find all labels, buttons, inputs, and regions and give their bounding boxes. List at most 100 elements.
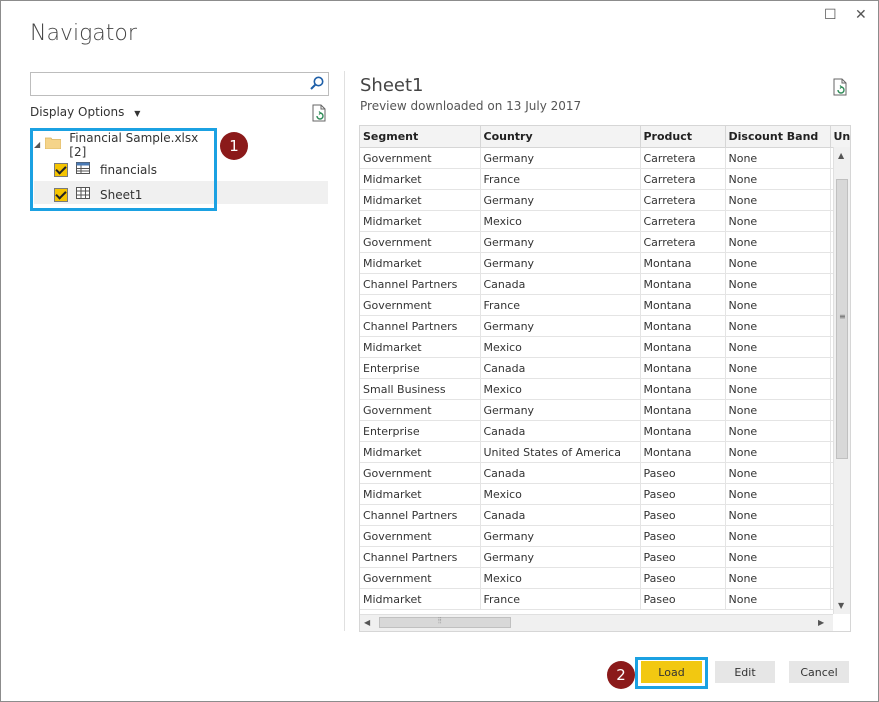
table-cell: Government	[360, 567, 481, 589]
table-cell: Germany	[480, 315, 641, 337]
table-cell: Montana	[640, 336, 726, 358]
vertical-scroll-thumb[interactable]: ≡	[836, 179, 848, 459]
table-row[interactable]: Channel Partners Canada Montana None	[360, 273, 850, 295]
table-cell: Germany	[480, 525, 641, 547]
table-cell: Mexico	[480, 210, 641, 232]
tree-root-label: Financial Sample.xlsx [2]	[69, 130, 199, 159]
table-cell: Midmarket	[360, 588, 481, 610]
chevron-down-icon: ▼	[134, 109, 141, 118]
horizontal-scroll-thumb[interactable]: ⦙⦙	[379, 616, 511, 628]
table-cell: None	[725, 420, 831, 442]
tree-root[interactable]: ◢ Financial Sample.xlsx [2]	[34, 130, 210, 159]
table-row[interactable]: Channel Partners Germany Paseo None	[360, 546, 850, 568]
column-header[interactable]: Product	[640, 126, 726, 148]
table-cell: None	[725, 315, 831, 337]
scroll-up-icon[interactable]: ▲	[838, 151, 844, 160]
table-cell: Midmarket	[360, 336, 481, 358]
table-cell: Government	[360, 399, 481, 421]
grip-icon: ⦙⦙	[438, 616, 442, 625]
table-row[interactable]: Enterprise Canada Montana None	[360, 357, 850, 379]
table-cell: None	[725, 441, 831, 463]
column-header[interactable]: Discount Band	[725, 126, 831, 148]
tree-item-financials[interactable]: financials	[34, 157, 210, 182]
table-row[interactable]: Midmarket Mexico Carretera None	[360, 210, 850, 232]
preview-title: Sheet1	[360, 75, 424, 96]
table-cell: None	[725, 231, 831, 253]
table-cell: Enterprise	[360, 420, 481, 442]
load-button[interactable]: Load	[641, 661, 702, 683]
edit-button[interactable]: Edit	[715, 661, 775, 683]
table-row[interactable]: Government Canada Paseo None	[360, 462, 850, 484]
table-cell: Germany	[480, 546, 641, 568]
table-cell: United States of America	[480, 441, 641, 463]
cancel-button[interactable]: Cancel	[789, 661, 849, 683]
table-cell: Montana	[640, 420, 726, 442]
table-row[interactable]: Midmarket France Paseo None	[360, 588, 850, 610]
table-row[interactable]: Channel Partners Canada Paseo None	[360, 504, 850, 526]
table-cell: Paseo	[640, 525, 726, 547]
table-cell: Canada	[480, 420, 641, 442]
table-cell: Government	[360, 525, 481, 547]
column-header[interactable]: Segment	[360, 126, 481, 148]
table-row[interactable]: Midmarket Germany Carretera None	[360, 189, 850, 211]
column-header[interactable]: Uni	[830, 126, 850, 148]
table-cell: None	[725, 294, 831, 316]
table-row[interactable]: Government Germany Paseo None	[360, 525, 850, 547]
display-options-dropdown[interactable]: Display Options ▼	[30, 105, 140, 119]
table-row[interactable]: Government Mexico Paseo None	[360, 567, 850, 589]
preview-subtitle: Preview downloaded on 13 July 2017	[360, 99, 582, 113]
table-cell: Mexico	[480, 378, 641, 400]
table-cell: Government	[360, 294, 481, 316]
table-row[interactable]: Midmarket Germany Montana None	[360, 252, 850, 274]
navigator-window: Navigator ☐ ✕ Display Options ▼ ◢ Financ…	[0, 0, 879, 702]
table-row[interactable]: Government France Montana None	[360, 294, 850, 316]
table-cell: Midmarket	[360, 168, 481, 190]
table-cell: Canada	[480, 357, 641, 379]
financials-checkbox[interactable]	[54, 162, 68, 177]
table-cell: Montana	[640, 294, 726, 316]
scroll-right-icon[interactable]: ▶	[818, 618, 824, 627]
search-input[interactable]	[31, 74, 309, 94]
table-row[interactable]: Midmarket Mexico Montana None	[360, 336, 850, 358]
sheet1-checkbox[interactable]	[54, 187, 68, 202]
table-cell: France	[480, 588, 641, 610]
table-row[interactable]: Government Germany Montana None	[360, 399, 850, 421]
table-cell: Germany	[480, 252, 641, 274]
vertical-scrollbar[interactable]: ▲ ≡ ▼	[833, 147, 850, 614]
table-cell: Paseo	[640, 588, 726, 610]
table-cell: None	[725, 546, 831, 568]
table-cell: Government	[360, 147, 481, 169]
collapse-icon[interactable]: ◢	[34, 140, 45, 149]
table-row[interactable]: Enterprise Canada Montana None	[360, 420, 850, 442]
table-cell: Midmarket	[360, 189, 481, 211]
table-cell: None	[725, 462, 831, 484]
table-cell: None	[725, 147, 831, 169]
scroll-left-icon[interactable]: ◀	[364, 618, 370, 627]
scroll-down-icon[interactable]: ▼	[838, 601, 844, 610]
refresh-icon[interactable]	[311, 104, 327, 126]
table-row[interactable]: Midmarket France Carretera None	[360, 168, 850, 190]
tree-item-sheet1[interactable]: Sheet1	[34, 182, 210, 207]
maximize-icon[interactable]: ☐	[824, 7, 837, 23]
table-cell: Channel Partners	[360, 315, 481, 337]
close-icon[interactable]: ✕	[855, 7, 867, 23]
table-row[interactable]: Small Business Mexico Montana None	[360, 378, 850, 400]
table-cell: Small Business	[360, 378, 481, 400]
search-icon[interactable]	[309, 75, 325, 95]
preview-refresh-icon[interactable]	[832, 78, 848, 100]
pane-divider	[344, 71, 345, 631]
horizontal-scrollbar[interactable]: ◀ ⦙⦙ ▶	[360, 614, 833, 631]
table-cell: Germany	[480, 399, 641, 421]
table-cell: None	[725, 189, 831, 211]
column-header[interactable]: Country	[480, 126, 641, 148]
table-cell: France	[480, 294, 641, 316]
table-row[interactable]: Government Germany Carretera None	[360, 147, 850, 169]
table-cell: Carretera	[640, 168, 726, 190]
table-cell: Canada	[480, 462, 641, 484]
table-row[interactable]: Government Germany Carretera None	[360, 231, 850, 253]
tree-item-label: Sheet1	[100, 187, 143, 202]
table-cell: Montana	[640, 273, 726, 295]
table-row[interactable]: Midmarket Mexico Paseo None	[360, 483, 850, 505]
table-row[interactable]: Midmarket United States of America Montana…	[360, 441, 850, 463]
table-row[interactable]: Channel Partners Germany Montana None	[360, 315, 850, 337]
